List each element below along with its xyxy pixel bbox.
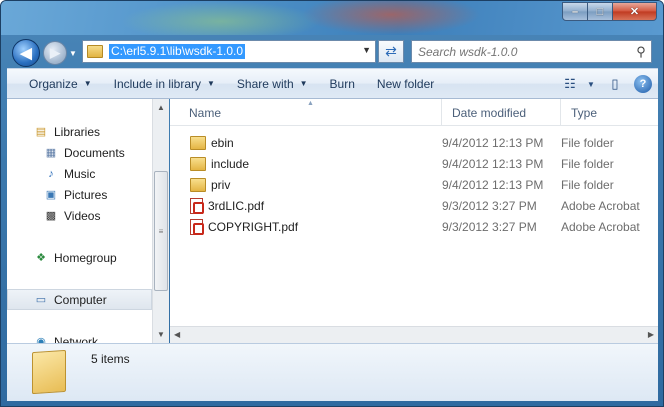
chevron-down-icon: ▼: [207, 79, 215, 88]
documents-icon: ▦: [45, 147, 57, 159]
folder-icon: [32, 349, 66, 395]
libraries-icon: ▤: [35, 126, 47, 138]
sidebar-item-pictures[interactable]: ▣ Pictures: [7, 184, 152, 205]
file-row-copyright-pdf[interactable]: COPYRIGHT.pdf 9/3/2012 3:27 PM Adobe Acr…: [170, 216, 658, 237]
help-icon: ?: [639, 78, 647, 90]
preview-pane-icon: ▯: [611, 76, 619, 91]
folder-icon: [87, 45, 103, 58]
back-button[interactable]: ◀: [12, 39, 40, 67]
view-controls: ☷ ▼ ▯ ?: [560, 73, 652, 95]
change-view-button[interactable]: ☷: [560, 73, 580, 95]
videos-icon: ▩: [45, 210, 57, 222]
column-header-name[interactable]: Name: [170, 99, 442, 126]
forward-button[interactable]: ▶: [43, 41, 67, 65]
search-box[interactable]: ⚲: [411, 40, 652, 63]
burn-button[interactable]: Burn: [319, 69, 366, 98]
chevron-down-icon: ▼: [69, 49, 77, 58]
explorer-window: – □ ✕ ◀ ▶ ▼ C:\erl5.9.1\lib\wsdk-1.0.0 ▼…: [0, 0, 664, 407]
address-path[interactable]: C:\erl5.9.1\lib\wsdk-1.0.0: [109, 44, 246, 59]
preview-pane-button[interactable]: ▯: [602, 73, 628, 95]
sidebar-item-videos[interactable]: ▩ Videos: [7, 205, 152, 226]
minimize-button[interactable]: –: [562, 2, 588, 21]
help-button[interactable]: ?: [634, 75, 652, 93]
file-row-ebin[interactable]: ebin 9/4/2012 12:13 PM File folder: [170, 132, 658, 153]
column-header-type[interactable]: Type: [561, 99, 658, 126]
chevron-down-icon: ▼: [587, 79, 595, 89]
scroll-up-icon[interactable]: ▲: [155, 103, 167, 112]
file-row-priv[interactable]: priv 9/4/2012 12:13 PM File folder: [170, 174, 658, 195]
refresh-button[interactable]: ⇄: [378, 40, 404, 63]
scrollbar-thumb[interactable]: ≡: [154, 171, 168, 291]
include-in-library-button[interactable]: Include in library ▼: [103, 69, 226, 98]
file-list: ▲ Name Date modified Type ebin 9/4/2012 …: [170, 99, 658, 343]
organize-button[interactable]: Organize ▼: [7, 69, 103, 98]
sidebar-item-libraries[interactable]: ▤ Libraries: [7, 121, 152, 142]
folder-icon: [190, 177, 206, 192]
scroll-right-icon[interactable]: ▶: [648, 330, 654, 339]
address-dropdown-icon[interactable]: ▼: [362, 45, 371, 55]
maximize-button[interactable]: □: [588, 2, 613, 21]
navigation-pane: ▤ Libraries ▦ Documents ♪ Music ▣ Pictures ▩…: [7, 99, 152, 343]
pictures-icon: ▣: [45, 189, 57, 201]
close-button[interactable]: ✕: [613, 2, 657, 21]
chevron-down-icon: ▼: [83, 79, 92, 88]
navigation-pane-scrollbar[interactable]: ▲ ≡ ▼: [152, 99, 169, 343]
computer-icon: ▭: [35, 294, 47, 306]
chevron-down-icon: ▼: [299, 79, 308, 88]
file-list-horizontal-scrollbar[interactable]: ◀ ▶: [170, 326, 658, 343]
scroll-left-icon[interactable]: ◀: [174, 330, 180, 339]
sidebar-item-documents[interactable]: ▦ Documents: [7, 142, 152, 163]
arrow-right-icon: ▶: [50, 45, 60, 60]
folder-icon: [190, 135, 206, 150]
sidebar-item-homegroup[interactable]: ❖ Homegroup: [7, 247, 152, 268]
column-header: Name Date modified Type: [170, 99, 658, 126]
view-list-icon: ☷: [564, 76, 576, 91]
new-folder-button[interactable]: New folder: [366, 69, 445, 98]
file-row-include[interactable]: include 9/4/2012 12:13 PM File folder: [170, 153, 658, 174]
view-dropdown[interactable]: ▼: [586, 73, 596, 95]
recent-pages-dropdown[interactable]: ▼: [69, 49, 77, 58]
aero-glass-highlight: [121, 1, 321, 35]
music-icon: ♪: [48, 167, 54, 180]
homegroup-icon: ❖: [36, 252, 46, 264]
address-bar[interactable]: C:\erl5.9.1\lib\wsdk-1.0.0 ▼: [82, 40, 376, 63]
search-icon[interactable]: ⚲: [631, 44, 651, 60]
share-with-button[interactable]: Share with ▼: [226, 69, 319, 98]
navigation-bar: ◀ ▶ ▼ C:\erl5.9.1\lib\wsdk-1.0.0 ▼ ⇄ ⚲: [1, 35, 663, 67]
sidebar-item-network[interactable]: ◉ Network: [7, 331, 152, 344]
arrow-left-icon: ◀: [20, 45, 32, 62]
sidebar-item-music[interactable]: ♪ Music: [7, 163, 152, 184]
refresh-icon: ⇄: [385, 43, 397, 59]
file-row-3rdlic-pdf[interactable]: 3rdLIC.pdf 9/3/2012 3:27 PM Adobe Acroba…: [170, 195, 658, 216]
column-header-date-modified[interactable]: Date modified: [442, 99, 561, 126]
aero-glass-highlight: [301, 1, 481, 35]
pdf-icon: [190, 197, 204, 214]
details-pane: 5 items: [7, 343, 658, 401]
command-bar: Organize ▼ Include in library ▼ Share with…: [7, 68, 658, 99]
item-count: 5 items: [91, 352, 130, 366]
pdf-icon: [190, 218, 204, 235]
sidebar-item-computer[interactable]: ▭ Computer: [7, 289, 152, 310]
caption-buttons: – □ ✕: [562, 2, 657, 21]
network-icon: ◉: [36, 336, 46, 343]
folder-icon: [190, 156, 206, 171]
search-input[interactable]: [418, 44, 631, 59]
scroll-down-icon[interactable]: ▼: [155, 330, 167, 339]
